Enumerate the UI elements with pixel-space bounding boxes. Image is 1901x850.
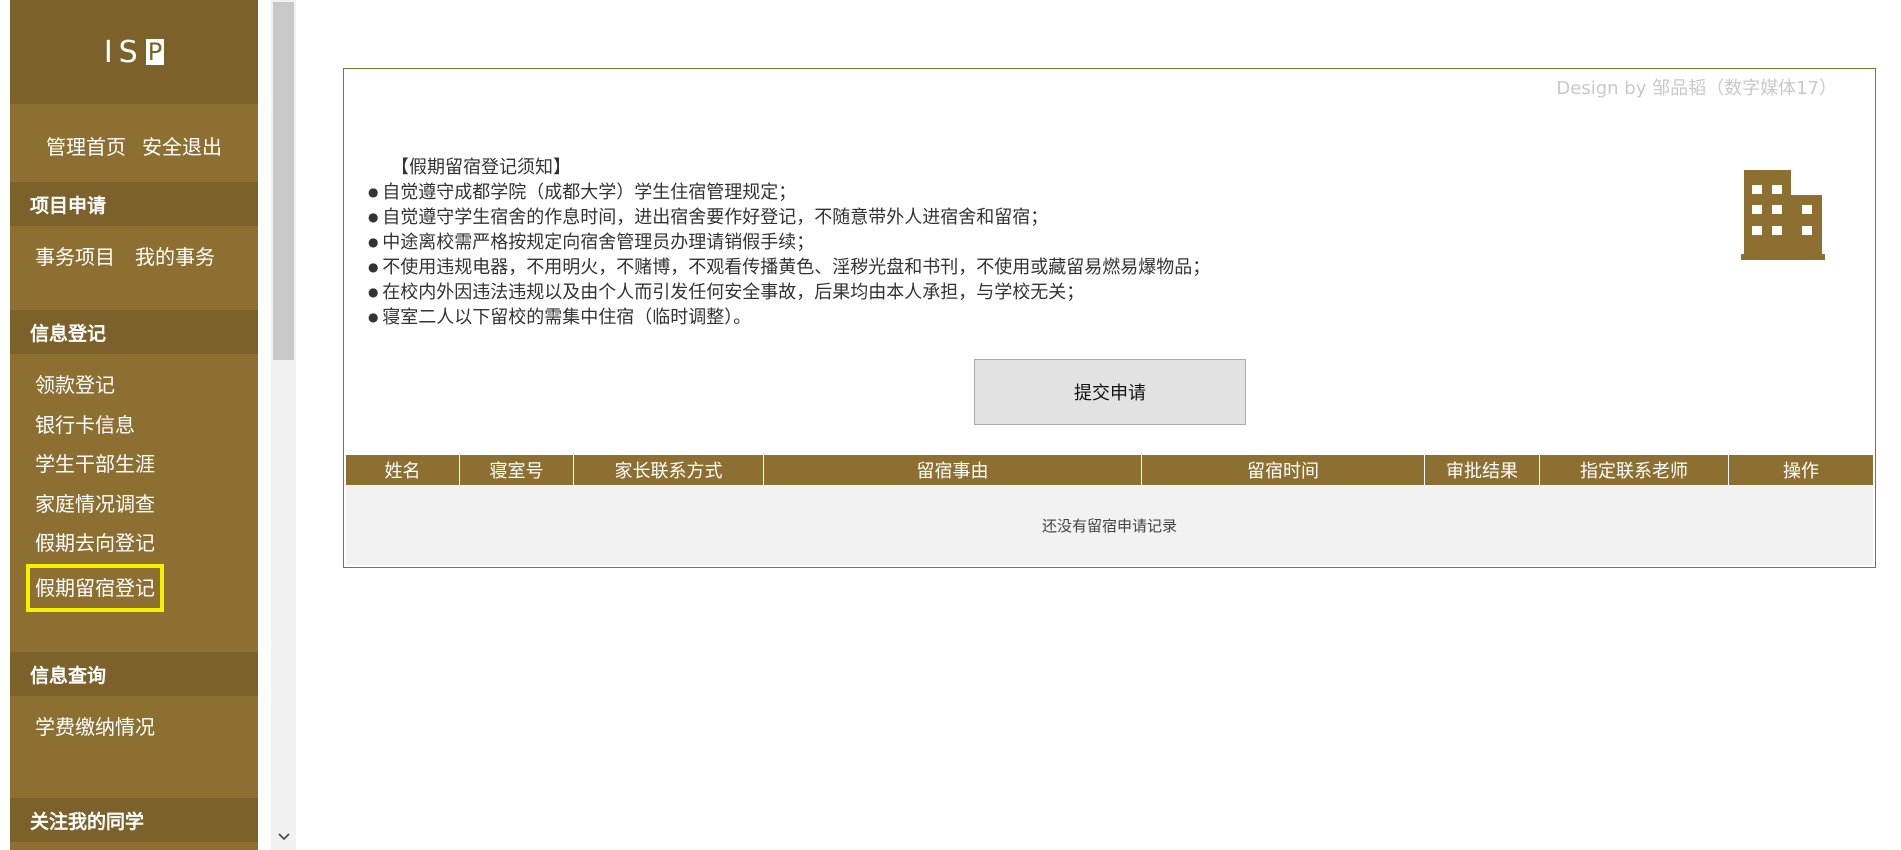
- column-header-actions: 操作: [1783, 461, 1819, 482]
- section-header-registration[interactable]: 信息登记: [10, 310, 258, 354]
- notice: 【假期留宿登记须知】 自觉遵守成都学院（成都大学）学生住宿管理规定； 自觉遵守学…: [368, 155, 1210, 330]
- submit-application-button[interactable]: 提交申请: [974, 359, 1246, 425]
- column-header-teacher: 指定联系老师: [1540, 455, 1729, 485]
- notice-item: 不使用违规电器，不用明火，不赌博，不观看传播黄色、淫秽光盘和书刊，不使用或藏留易…: [368, 255, 1210, 280]
- design-credit: Design by 邹品韬（数字媒体17）: [1556, 78, 1837, 99]
- sidebar: IS P 管理首页 安全退出 项目申请 事务项目 我的事务 信息登记 领款登记 银…: [10, 0, 258, 850]
- column-header-room: 寝室号: [460, 455, 574, 485]
- notice-list: 自觉遵守成都学院（成都大学）学生住宿管理规定； 自觉遵守学生宿舍的作息时间，进出…: [368, 180, 1210, 330]
- chevron-down-icon[interactable]: [271, 828, 296, 846]
- logo[interactable]: IS P: [103, 34, 165, 70]
- sidebar-item-bank-card[interactable]: 银行卡信息: [35, 406, 258, 446]
- logo-boxed-letter: P: [145, 38, 165, 66]
- sidebar-item-family-survey[interactable]: 家庭情况调查: [35, 485, 258, 525]
- section-header-followers[interactable]: 关注我的同学: [10, 798, 258, 842]
- sidebar-item-my-affairs[interactable]: 我的事务: [135, 238, 215, 278]
- section-body-registration: 领款登记 银行卡信息 学生干部生涯 家庭情况调查 假期去向登记 假期留宿登记: [10, 354, 258, 652]
- notice-item: 在校内外因违法违规以及由个人而引发任何安全事故，后果均由本人承担，与学校无关；: [368, 280, 1210, 305]
- sidebar-item-affairs[interactable]: 事务项目: [35, 238, 115, 278]
- notice-item: 自觉遵守学生宿舍的作息时间，进出宿舍要作好登记，不随意带外人进宿舍和留宿；: [368, 205, 1210, 230]
- sidebar-item-tuition[interactable]: 学费缴纳情况: [35, 708, 258, 748]
- table-header: 姓名 寝室号 家长联系方式 留宿事由 留宿时间 审批结果 指定联系老师 操作: [346, 455, 1873, 485]
- section-header-project[interactable]: 项目申请: [10, 182, 258, 226]
- home-link[interactable]: 管理首页: [46, 131, 126, 160]
- scrollbar-thumb[interactable]: [273, 2, 294, 360]
- top-links: 管理首页 安全退出: [10, 104, 258, 182]
- logo-text: IS: [103, 34, 144, 70]
- sidebar-item-holiday-destination[interactable]: 假期去向登记: [35, 524, 258, 564]
- sidebar-item-cadre-career[interactable]: 学生干部生涯: [35, 445, 258, 485]
- column-header-name: 姓名: [346, 455, 460, 485]
- stay-records-table: 姓名 寝室号 家长联系方式 留宿事由 留宿时间 审批结果 指定联系老师 操作 还…: [346, 455, 1873, 565]
- column-header-parent-contact: 家长联系方式: [574, 455, 764, 485]
- stay-registration-panel: Design by 邹品韬（数字媒体17） 【假期留宿登记须知】 自觉遵守成都学…: [343, 68, 1876, 568]
- logout-link[interactable]: 安全退出: [142, 131, 222, 160]
- page-scrollbar[interactable]: [271, 0, 296, 850]
- column-header-approval: 审批结果: [1425, 455, 1540, 485]
- table-empty-message: 还没有留宿申请记录: [346, 485, 1873, 565]
- notice-item: 自觉遵守成都学院（成都大学）学生住宿管理规定；: [368, 180, 1210, 205]
- notice-title: 【假期留宿登记须知】: [391, 157, 571, 178]
- column-header-reason: 留宿事由: [764, 455, 1142, 485]
- logo-block: IS P: [10, 0, 258, 104]
- sidebar-item-holiday-stay[interactable]: 假期留宿登记: [26, 563, 164, 612]
- building-icon: [1741, 170, 1825, 260]
- nav-row: 事务项目 我的事务: [35, 238, 258, 278]
- column-header-stay-time: 留宿时间: [1142, 455, 1425, 485]
- sidebar-item-payment-registration[interactable]: 领款登记: [35, 366, 258, 406]
- section-body-query: 学费缴纳情况: [10, 696, 258, 798]
- notice-item: 中途离校需严格按规定向宿舍管理员办理请销假手续；: [368, 230, 1210, 255]
- section-body-project: 事务项目 我的事务: [10, 226, 258, 310]
- notice-item: 寝室二人以下留校的需集中住宿（临时调整）。: [368, 305, 1210, 330]
- section-header-query[interactable]: 信息查询: [10, 652, 258, 696]
